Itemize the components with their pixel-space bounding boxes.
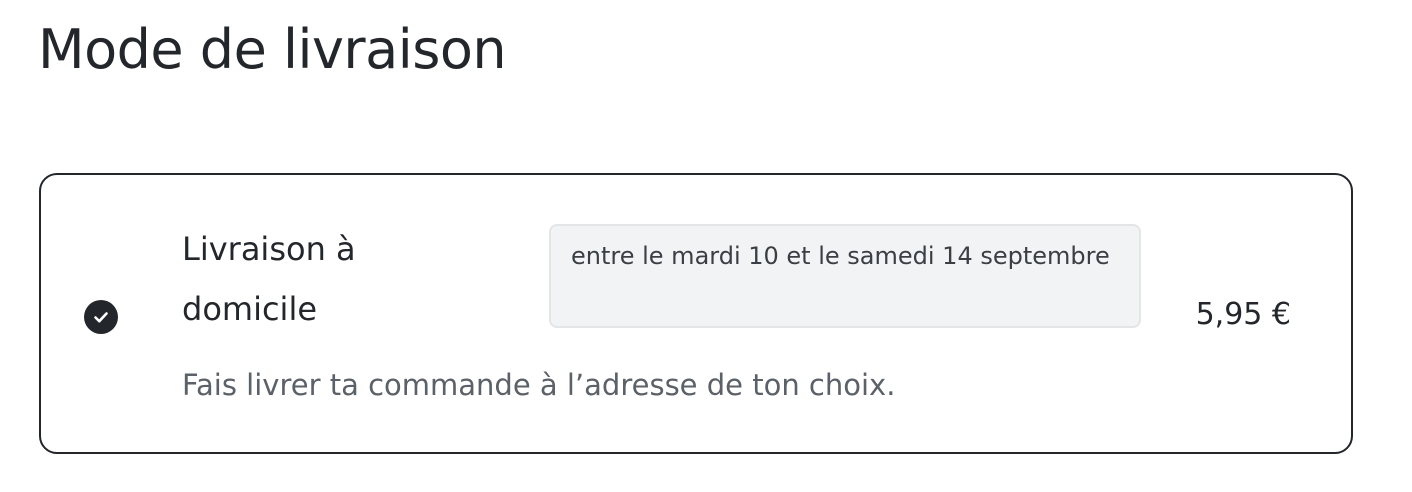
delivery-date-range: entre le mardi 10 et le samedi 14 septem…	[549, 224, 1141, 328]
check-circle-icon	[84, 300, 118, 334]
delivery-option-description: Fais livrer ta commande à l’adresse de t…	[182, 368, 896, 402]
page-title: Mode de livraison	[38, 18, 507, 81]
delivery-option-name: Livraison à domicile	[182, 230, 356, 328]
home-delivery-option[interactable]: Livraison à domicile entre le mardi 10 e…	[39, 173, 1353, 454]
delivery-price: 5,95 €	[1195, 297, 1291, 332]
